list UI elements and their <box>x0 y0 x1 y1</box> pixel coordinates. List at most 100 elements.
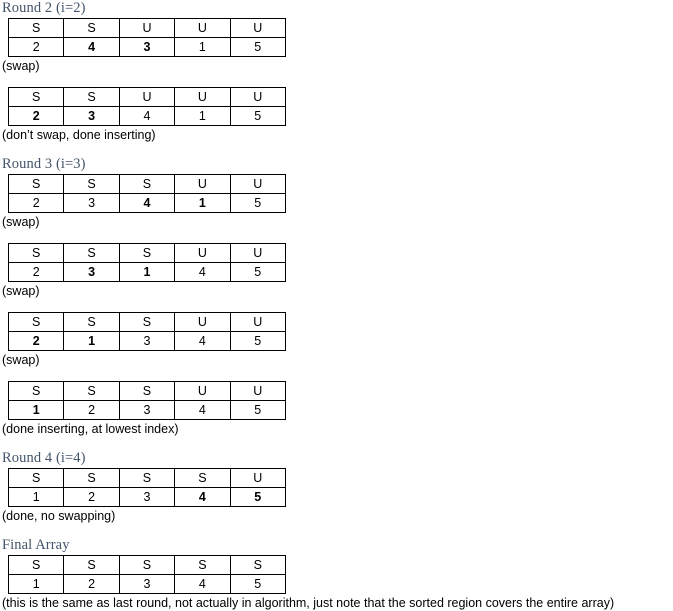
array-table: SSSUU23415 <box>7 174 286 213</box>
value-cell: 5 <box>229 193 286 213</box>
value-cell: 1 <box>7 400 65 420</box>
value-cell: 1 <box>174 37 231 57</box>
state-cell: S <box>229 555 286 575</box>
value-cell: 5 <box>229 262 286 282</box>
state-cell: U <box>229 243 286 263</box>
step-caption: (this is the same as last round, not act… <box>2 596 615 610</box>
state-cell: U <box>118 18 176 38</box>
state-cell: U <box>229 174 286 194</box>
step-block: S S S S U 1 2 3 4 5 (done, no swapping) <box>0 468 673 524</box>
state-cell: S <box>118 555 176 575</box>
value-cell: 2 <box>63 574 120 594</box>
insertion-sort-trace-page: Round 2 (i=2) S S U U U 2 4 3 1 5 (swap) S S U U U 2 3 4 1 5(… <box>0 0 673 611</box>
state-cell: S <box>63 87 120 107</box>
value-cell: 2 <box>7 37 65 57</box>
value-cell: 2 <box>63 400 120 420</box>
state-cell: U <box>229 87 286 107</box>
table-row: SSSSU <box>7 468 286 488</box>
round-heading: Round 2 (i=2) <box>2 0 86 16</box>
value-cell: 3 <box>63 193 120 213</box>
table-row: SSUUU <box>7 18 286 38</box>
round-heading: Final Array <box>2 537 70 553</box>
value-cell: 2 <box>7 106 65 126</box>
step-caption: (swap) <box>2 59 40 73</box>
state-cell: S <box>174 555 231 575</box>
table-row: SSUUU <box>7 87 286 107</box>
value-cell: 2 <box>7 262 65 282</box>
step-caption: (swap) <box>2 215 40 229</box>
array-table: SSUUU23415 <box>7 87 286 126</box>
step-block: S S S U U 2 3 4 1 5 (swap) <box>0 174 673 243</box>
state-cell: U <box>174 243 231 263</box>
value-cell: 4 <box>174 400 231 420</box>
state-cell: U <box>174 174 231 194</box>
value-cell: 3 <box>118 487 176 507</box>
state-cell: U <box>174 87 231 107</box>
state-cell: S <box>63 18 120 38</box>
state-cell: S <box>7 174 65 194</box>
state-cell: S <box>118 243 176 263</box>
value-cell: 4 <box>63 37 120 57</box>
value-cell: 2 <box>7 331 65 351</box>
table-row: 23415 <box>7 106 286 126</box>
value-cell: 1 <box>7 574 65 594</box>
state-cell: S <box>7 18 65 38</box>
value-cell: 3 <box>118 331 176 351</box>
value-cell: 5 <box>229 487 286 507</box>
value-cell: 1 <box>118 262 176 282</box>
value-cell: 4 <box>118 106 176 126</box>
array-table: SSSSU12345 <box>7 468 286 507</box>
state-cell: U <box>229 312 286 332</box>
state-cell: S <box>118 468 176 488</box>
table-row: SSSUU <box>7 381 286 401</box>
state-cell: S <box>7 87 65 107</box>
state-cell: S <box>7 312 65 332</box>
step-block: S S S U U 1 2 3 4 5 (done inserting, at lowest ind… <box>0 381 673 437</box>
state-cell: U <box>174 18 231 38</box>
table-row: 23415 <box>7 193 286 213</box>
state-cell: S <box>63 174 120 194</box>
value-cell: 4 <box>174 331 231 351</box>
table-row: 12345 <box>7 574 286 594</box>
state-cell: S <box>118 174 176 194</box>
value-cell: 4 <box>174 574 231 594</box>
step-caption: (don’t swap, done inserting) <box>2 128 156 142</box>
state-cell: S <box>63 381 120 401</box>
value-cell: 1 <box>7 487 65 507</box>
value-cell: 3 <box>63 106 120 126</box>
value-cell: 2 <box>7 193 65 213</box>
state-cell: U <box>229 18 286 38</box>
value-cell: 1 <box>174 106 231 126</box>
array-table: SSUUU24315 <box>7 18 286 57</box>
round-section: Round 3 (i=3) S S S U U 2 3 4 1 5 (swap) S S S U U 2 3 1 4 5(… <box>0 156 673 437</box>
value-cell: 1 <box>63 331 120 351</box>
state-cell: S <box>174 468 231 488</box>
value-cell: 3 <box>63 262 120 282</box>
array-table: SSSUU12345 <box>7 381 286 420</box>
step-caption: (swap) <box>2 353 40 367</box>
table-row: SSSUU <box>7 174 286 194</box>
step-block: S S S U U 2 3 1 4 5 (swap) <box>0 243 673 312</box>
state-cell: S <box>63 555 120 575</box>
array-table: SSSUU21345 <box>7 312 286 351</box>
array-table: SSSSS12345 <box>7 555 286 594</box>
state-cell: S <box>118 381 176 401</box>
round-section: Round 2 (i=2) S S U U U 2 4 3 1 5 (swap) S S U U U 2 3 4 1 5(… <box>0 0 673 143</box>
round-section: Round 4 (i=4) S S S S U 1 2 3 4 5 (done, no swappin… <box>0 450 673 524</box>
table-row: 12345 <box>7 400 286 420</box>
value-cell: 5 <box>229 106 286 126</box>
state-cell: S <box>7 381 65 401</box>
step-block: S S U U U 2 4 3 1 5 (swap) <box>0 18 673 87</box>
array-table: SSSUU23145 <box>7 243 286 282</box>
state-cell: S <box>63 243 120 263</box>
value-cell: 3 <box>118 574 176 594</box>
value-cell: 1 <box>174 193 231 213</box>
round-heading: Round 3 (i=3) <box>2 156 86 172</box>
step-caption: (swap) <box>2 284 40 298</box>
table-row: 24315 <box>7 37 286 57</box>
